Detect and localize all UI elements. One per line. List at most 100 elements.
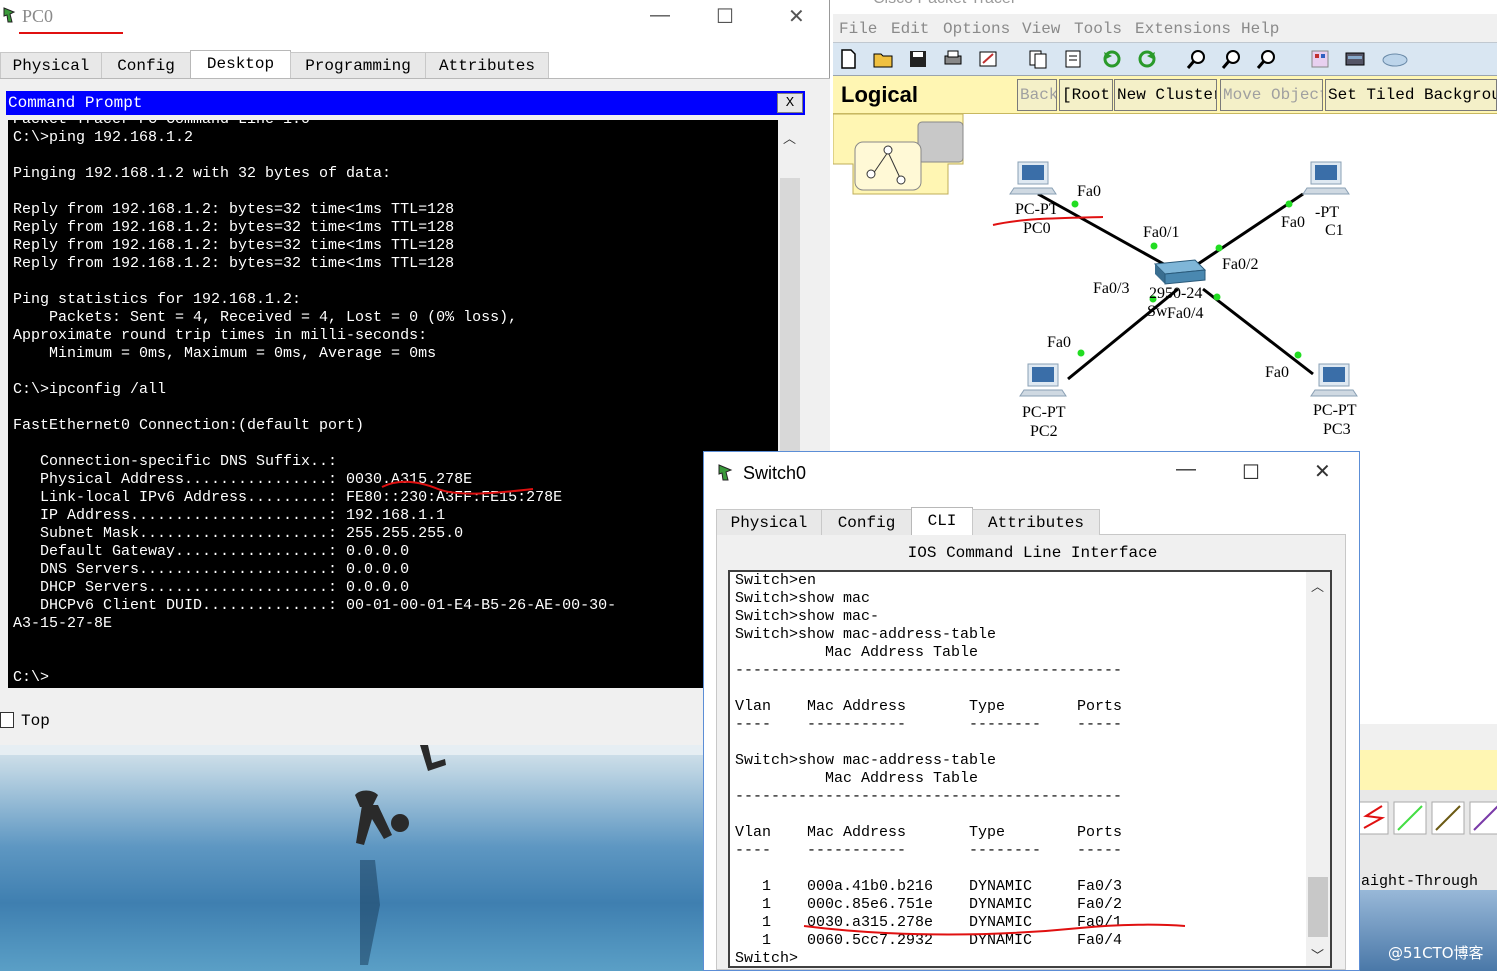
redo-icon[interactable] [1136, 48, 1158, 70]
open-folder-icon[interactable] [872, 48, 894, 70]
scrollbar-thumb[interactable] [1308, 877, 1328, 937]
pc0-tab-bar: Physical Config Desktop Programming Attr… [0, 50, 830, 78]
minimize-button[interactable]: — [650, 4, 670, 27]
terminal-line: Mac Address Table [735, 644, 979, 661]
palette-icon[interactable] [1309, 48, 1331, 70]
copy-icon[interactable] [1027, 48, 1049, 70]
port-label: Fa0 [1077, 183, 1101, 200]
pc-device-icon[interactable] [1009, 161, 1057, 195]
terminal-line: C:\>ipconfig /all [13, 381, 167, 398]
save-icon[interactable] [907, 48, 929, 70]
scroll-up-icon[interactable]: ︿ [1311, 576, 1324, 595]
minimize-button[interactable]: — [1176, 458, 1196, 481]
root-button[interactable]: [Root] [1059, 79, 1113, 111]
terminal-line: Subnet Mask.....................: 255.25… [13, 525, 464, 542]
terminal-line: Default Gateway.................: 0.0.0.… [13, 543, 410, 560]
activity-wizard-icon[interactable] [977, 48, 999, 70]
terminal-line: Reply from 192.168.1.2: bytes=32 time<1m… [13, 255, 455, 272]
terminal-line: Vlan Mac Address Type Ports [735, 698, 1123, 715]
tab-desktop[interactable]: Desktop [190, 50, 291, 78]
port-label: Fa0/3 [1093, 280, 1129, 297]
terminal-line: Switch> [735, 950, 799, 967]
tab-programming[interactable]: Programming [290, 52, 426, 78]
switch-name-label: Sw [1147, 303, 1168, 320]
pc-device-icon[interactable] [1019, 363, 1067, 397]
tab-cli[interactable]: CLI [911, 507, 973, 535]
command-prompt-header: Command Prompt X [6, 91, 805, 115]
window-title: Switch0 [743, 463, 807, 483]
command-prompt-terminal[interactable]: Packet Tracer PC Command Line 1.0 C:\>pi… [8, 120, 778, 688]
top-checkbox[interactable] [0, 712, 14, 728]
terminal-line: Vlan Mac Address Type Ports [735, 824, 1123, 841]
maximize-button[interactable]: ☐ [716, 4, 734, 29]
set-tiled-background-button[interactable]: Set Tiled Backgroun [1325, 79, 1497, 111]
maximize-button[interactable]: ☐ [1242, 460, 1260, 485]
terminal-line: ---- ----------- -------- ----- [735, 716, 1123, 733]
ios-cli-terminal[interactable]: Switch>en Switch>show mac Switch>show mac-… [728, 570, 1332, 968]
terminal-line: ---- ----------- -------- ----- [735, 842, 1123, 859]
menu-options[interactable]: Options [943, 20, 1010, 38]
terminal-line: Reply from 192.168.1.2: bytes=32 time<1m… [13, 201, 455, 218]
annotation-underline [381, 481, 534, 495]
terminal-line: Pinging 192.168.1.2 with 32 bytes of dat… [13, 165, 392, 182]
annotation-underline [19, 32, 123, 34]
ios-cli-title: IOS Command Line Interface [907, 544, 1158, 562]
menu-tools[interactable]: Tools [1074, 20, 1122, 38]
pt-toolbar [833, 42, 1497, 76]
pt-title: Cisco Packet Tracer [873, 0, 1016, 8]
tab-attributes[interactable]: Attributes [425, 52, 549, 78]
print-icon[interactable] [942, 48, 964, 70]
terminal-output: C:\>ping 192.168.1.2 Pinging 192.168.1.2… [13, 129, 616, 687]
new-file-icon[interactable] [837, 48, 859, 70]
close-button[interactable]: ✕ [1314, 459, 1331, 484]
menu-view[interactable]: View [1022, 20, 1060, 38]
new-cluster-button[interactable]: New Cluster [1114, 79, 1217, 111]
menu-file[interactable]: File [839, 20, 877, 38]
terminal-cut-line: Packet Tracer PC Command Line 1.0 [13, 120, 310, 128]
port-label: Fa0 [1047, 334, 1071, 351]
tab-config[interactable]: Config [821, 509, 912, 535]
scroll-down-icon[interactable]: ﹀ [1311, 945, 1324, 964]
custom-device-icon[interactable] [1344, 48, 1366, 70]
pc-device-icon[interactable] [1302, 161, 1350, 195]
menu-extensions[interactable]: Extensions [1135, 20, 1231, 38]
command-prompt-close-button[interactable]: X [777, 93, 803, 113]
back-button[interactable]: Back [1017, 79, 1057, 111]
port-label: Fa0/1 [1143, 224, 1179, 241]
menu-help[interactable]: Help [1241, 20, 1279, 38]
pc1-name-label: C1 [1325, 222, 1344, 239]
pc0-model-label: PC-PT [1015, 201, 1059, 218]
tab-attributes[interactable]: Attributes [972, 509, 1100, 535]
zoom-reset-icon[interactable] [1221, 48, 1243, 70]
pc0-name-label: PC0 [1023, 220, 1051, 237]
logical-label[interactable]: Logical [841, 82, 918, 108]
terminal-line: Connection-specific DNS Suffix..: [13, 453, 338, 470]
cloud-icon[interactable] [1381, 48, 1409, 70]
terminal-line: DHCP Servers....................: 0.0.0.… [13, 579, 410, 596]
tab-physical[interactable]: Physical [716, 509, 822, 535]
undo-icon[interactable] [1101, 48, 1123, 70]
port-label: Fa0/2 [1222, 256, 1258, 273]
switch-device-icon[interactable] [1153, 259, 1207, 285]
packet-tracer-app-icon [718, 464, 733, 481]
scroll-up-icon[interactable]: ︿ [783, 128, 796, 147]
device-type-bar [1353, 750, 1497, 790]
pc-device-icon[interactable] [1310, 363, 1358, 397]
menu-edit[interactable]: Edit [891, 20, 929, 38]
paste-icon[interactable] [1062, 48, 1084, 70]
tab-physical[interactable]: Physical [0, 52, 102, 78]
zoom-out-icon[interactable] [1256, 48, 1278, 70]
tab-config[interactable]: Config [101, 52, 191, 78]
close-button[interactable]: ✕ [788, 4, 805, 29]
watermark-text: @51CTO博客 [1388, 944, 1484, 962]
pc1-model-label: -PT [1315, 204, 1339, 221]
zoom-in-icon[interactable] [1186, 48, 1208, 70]
move-object-button[interactable]: Move Object [1220, 79, 1323, 111]
cli-scrollbar[interactable]: ︿ ﹀ [1306, 572, 1330, 966]
